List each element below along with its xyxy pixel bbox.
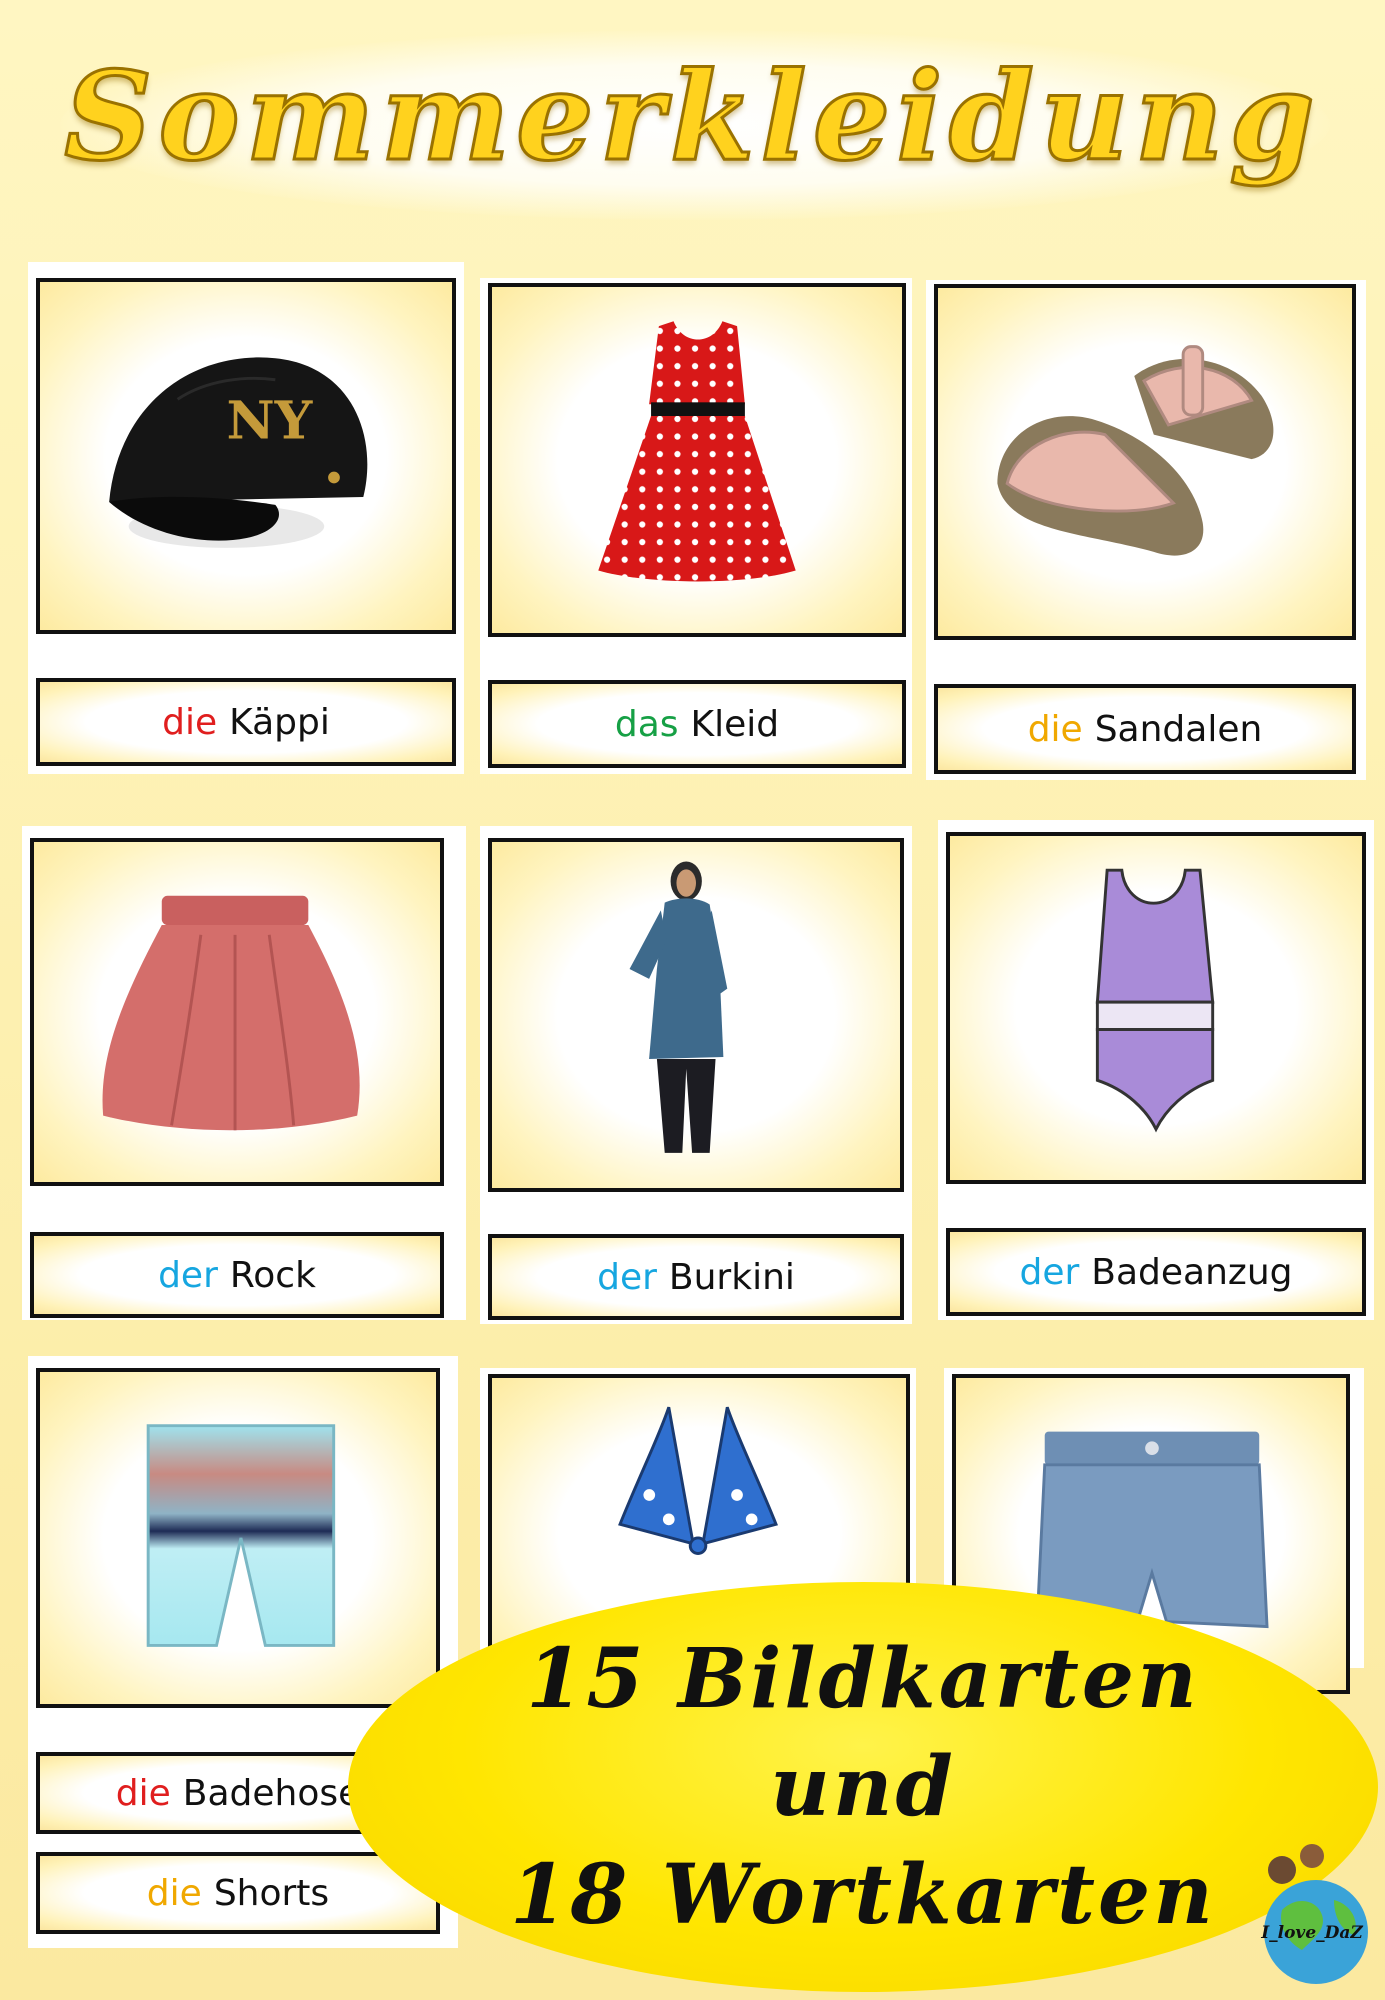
picture-card-burkini: [488, 838, 904, 1192]
word: Sandalen: [1094, 708, 1263, 750]
picture-card-kaeppi: NY: [36, 278, 456, 634]
article: die: [146, 1872, 202, 1914]
article: die: [115, 1772, 171, 1814]
page-title: Sommerkleidung: [63, 43, 1321, 190]
word-card-shorts: die Shorts: [36, 1852, 440, 1934]
picture-card-badeanzug: [946, 832, 1366, 1184]
globe-logo-icon: I_love_DaZ: [1260, 1844, 1368, 1984]
word: Shorts: [213, 1872, 330, 1914]
article: die: [162, 701, 218, 743]
swimsuit-icon: [1095, 868, 1215, 1133]
article: der: [158, 1254, 218, 1296]
picture-card-badehose: [36, 1368, 440, 1708]
promo-line-3: 18 Wortkarten: [510, 1847, 1216, 1943]
word: Badeanzug: [1091, 1251, 1293, 1293]
promo-line-1: 15 Bildkarten: [526, 1631, 1200, 1727]
word: Käppi: [229, 701, 330, 743]
article: die: [1027, 708, 1083, 750]
sandals-icon: [997, 345, 1274, 556]
cap-icon: NY: [109, 357, 368, 548]
burkini-icon: [629, 861, 728, 1153]
word-card-rock: der Rock: [30, 1232, 444, 1318]
word: Burkini: [668, 1256, 795, 1298]
article: der: [1019, 1251, 1080, 1293]
word: Kleid: [690, 703, 780, 745]
word-card-kaeppi: die Käppi: [36, 678, 456, 766]
svg-text:NY: NY: [226, 389, 313, 451]
article: das: [614, 703, 679, 745]
word-card-sandalen: die Sandalen: [934, 684, 1356, 774]
dress-icon: [598, 321, 796, 582]
page: Sommerkleidung NY die Käppi das Kleid di…: [0, 0, 1385, 2000]
skirt-icon: [102, 895, 360, 1131]
word: Badehose: [182, 1772, 361, 1814]
promo-banner: 15 Bildkarten und 18 Wortkarten: [348, 1582, 1378, 1992]
word-card-badeanzug: der Badeanzug: [946, 1228, 1366, 1316]
swim-trunks-icon: [146, 1424, 336, 1647]
picture-card-kleid: [488, 283, 906, 637]
picture-card-sandalen: [934, 284, 1356, 640]
logo: I_love_DaZ: [1242, 1840, 1382, 1990]
picture-card-rock: [30, 838, 444, 1186]
promo-line-2: und: [770, 1739, 956, 1835]
logo-text: I_love_DaZ: [1260, 1923, 1363, 1943]
article: der: [597, 1256, 657, 1298]
word-card-kleid: das Kleid: [488, 680, 906, 768]
word-card-burkini: der Burkini: [488, 1234, 904, 1320]
word: Rock: [229, 1254, 316, 1296]
